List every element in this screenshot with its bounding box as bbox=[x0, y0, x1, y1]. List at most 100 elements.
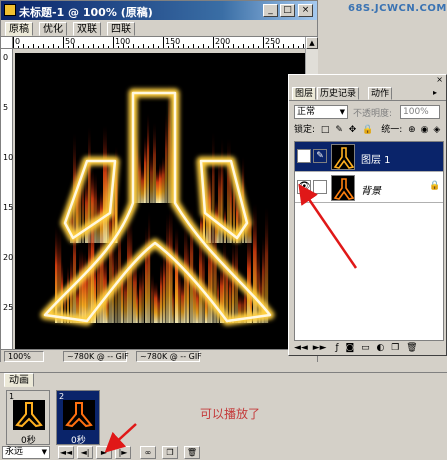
play-back-icon[interactable]: ◄◄ bbox=[294, 343, 308, 353]
document-title: 未标题-1 @ 100% (原稿) bbox=[19, 6, 153, 19]
lock-paint-icon[interactable]: ✎ bbox=[335, 125, 343, 135]
ruler-top-label: 150 bbox=[165, 37, 181, 46]
size-field-optimized: ~780K @ -- GIF bbox=[136, 351, 202, 362]
panel-grip[interactable]: × bbox=[289, 75, 446, 86]
lock-move-icon[interactable]: ✥ bbox=[349, 125, 357, 135]
new-layer-icon[interactable]: ❐ bbox=[391, 343, 399, 353]
tab-actions[interactable]: 动作 bbox=[368, 87, 393, 100]
unify-visibility-icon[interactable]: ◉ bbox=[421, 125, 429, 135]
document-status-bar: 100% ~780K @ -- GIF ~780K @ -- GIF bbox=[1, 349, 317, 362]
layer-list: ✎ 图层 1 👁 背景 🔒 bbox=[294, 141, 444, 341]
document-titlebar[interactable]: 未标题-1 @ 100% (原稿) _ □ × bbox=[1, 1, 317, 20]
unify-position-icon[interactable]: ⊕ bbox=[408, 125, 416, 135]
layers-panel: × 图层 历史记录 动作 ▸ 正常 ▼ 不透明度: 100% 锁定: □ ✎ ✥ … bbox=[288, 74, 447, 356]
panel-close-icon[interactable]: × bbox=[436, 76, 443, 84]
first-frame-icon[interactable]: ◄◄ bbox=[58, 446, 74, 459]
delete-frame-icon[interactable]: 🗑 bbox=[184, 446, 200, 459]
ruler-left-label: 5 bbox=[3, 103, 9, 112]
layer-name: 图层 1 bbox=[361, 155, 391, 166]
blend-mode-value: 正常 bbox=[297, 107, 316, 117]
ruler-left-label: 25 bbox=[3, 303, 14, 312]
fire-character-artwork bbox=[40, 84, 275, 326]
document-window: 未标题-1 @ 100% (原稿) _ □ × 原稿 优化 双联 四联 0 50… bbox=[0, 0, 318, 362]
frame-delay[interactable]: 0秒 bbox=[21, 433, 36, 446]
tab-original[interactable]: 原稿 bbox=[5, 22, 33, 36]
layer-thumbnail bbox=[331, 144, 355, 170]
next-frame-icon[interactable]: |► bbox=[115, 446, 131, 459]
lock-all-icon[interactable]: 🔒 bbox=[362, 125, 373, 135]
layer-name: 背景 bbox=[361, 186, 381, 197]
frame-thumbnail bbox=[13, 400, 45, 430]
opacity-field[interactable]: 100% bbox=[400, 105, 440, 119]
ruler-top-label: 0 bbox=[15, 37, 21, 46]
layer-row-background[interactable]: 👁 背景 🔒 bbox=[295, 173, 443, 203]
brush-icon: ✎ bbox=[313, 149, 327, 163]
tab-4up[interactable]: 四联 bbox=[107, 22, 135, 36]
layers-panel-toolbar: ◄◄ ►► ƒ ◙ ▭ ◐ ❐ 🗑 bbox=[294, 343, 444, 355]
unify-label: 统一: bbox=[381, 125, 403, 135]
chevron-down-icon: ▼ bbox=[339, 108, 345, 116]
ruler-top-label: 200 bbox=[215, 37, 231, 46]
tab-animation[interactable]: 动画 bbox=[4, 373, 34, 387]
ruler-left-label: 15 bbox=[3, 203, 14, 212]
minimize-icon[interactable]: _ bbox=[263, 4, 278, 17]
image-canvas[interactable] bbox=[15, 53, 305, 349]
loop-select[interactable]: 永远 ▼ bbox=[2, 446, 50, 459]
zoom-field[interactable]: 100% bbox=[4, 351, 44, 362]
blend-mode-select[interactable]: 正常 ▼ bbox=[294, 105, 348, 119]
ruler-left: 0 5 10 15 20 25 bbox=[1, 49, 13, 349]
panel-menu-icon[interactable]: ▸ bbox=[433, 88, 437, 97]
animation-frame-1[interactable]: 1 0秒 bbox=[6, 390, 50, 446]
close-icon[interactable]: × bbox=[298, 4, 313, 17]
tab-2up[interactable]: 双联 bbox=[73, 22, 101, 36]
app-icon bbox=[4, 4, 16, 16]
new-set-icon[interactable]: ▭ bbox=[361, 343, 370, 353]
ruler-left-label: 10 bbox=[3, 153, 14, 162]
adjustment-icon[interactable]: ◐ bbox=[376, 343, 384, 353]
visibility-toggle-icon[interactable] bbox=[297, 149, 311, 163]
tab-layers[interactable]: 图层 bbox=[292, 87, 317, 100]
animation-panel: 动画 1 0秒 2 0秒 可以播放了 永远 ▼ ◄◄ ◄| ► |► ∞ ❐ 🗑 bbox=[0, 372, 447, 460]
eye-icon[interactable]: 👁 bbox=[297, 180, 311, 194]
ruler-left-label: 0 bbox=[3, 53, 9, 62]
ruler-top-label: 100 bbox=[115, 37, 131, 46]
add-style-icon[interactable]: ƒ bbox=[335, 343, 338, 353]
ruler-top-label: 250 bbox=[265, 37, 281, 46]
annotation-note: 可以播放了 bbox=[200, 407, 261, 421]
add-mask-icon[interactable]: ◙ bbox=[345, 343, 354, 353]
animation-frame-2[interactable]: 2 0秒 bbox=[56, 390, 100, 446]
lock-icon: 🔒 bbox=[429, 181, 441, 191]
animation-controls: 永远 ▼ ◄◄ ◄| ► |► ∞ ❐ 🗑 bbox=[2, 446, 302, 460]
opacity-label: 不透明度: bbox=[353, 109, 393, 119]
lock-row: 锁定: □ ✎ ✥ 🔒 统一: ⊕ ◉ ◈ bbox=[294, 124, 444, 138]
play-forward-icon[interactable]: ►► bbox=[313, 343, 327, 353]
ruler-left-label: 20 bbox=[3, 253, 14, 262]
layer-row-layer1[interactable]: ✎ 图层 1 bbox=[295, 142, 443, 172]
tab-optimized[interactable]: 优化 bbox=[39, 22, 67, 36]
lock-label: 锁定: bbox=[294, 125, 316, 135]
scroll-up-icon[interactable]: ▲ bbox=[306, 37, 318, 49]
previous-frame-icon[interactable]: ◄| bbox=[77, 446, 93, 459]
chevron-down-icon: ▼ bbox=[41, 448, 47, 456]
size-field-original: ~780K @ -- GIF bbox=[63, 351, 129, 362]
ruler-corner bbox=[1, 37, 13, 49]
duplicate-frame-icon[interactable]: ❐ bbox=[162, 446, 178, 459]
tab-history[interactable]: 历史记录 bbox=[317, 87, 360, 100]
unify-style-icon[interactable]: ◈ bbox=[433, 125, 440, 135]
play-icon[interactable]: ► bbox=[96, 446, 112, 459]
ruler-top-ticks bbox=[13, 37, 304, 48]
lock-transparency-icon[interactable]: □ bbox=[321, 125, 330, 135]
maximize-icon[interactable]: □ bbox=[280, 4, 295, 17]
watermark-text: 68S.JCWCN.COM bbox=[348, 3, 447, 14]
delete-layer-icon[interactable]: 🗑 bbox=[406, 343, 417, 353]
layer-thumbnail bbox=[331, 175, 355, 201]
loop-value: 永远 bbox=[5, 447, 24, 457]
text-cursor bbox=[333, 324, 335, 334]
ruler-top-label: 50 bbox=[65, 37, 76, 46]
document-view-tabs: 原稿 优化 双联 四联 bbox=[1, 20, 317, 37]
tween-icon[interactable]: ∞ bbox=[140, 446, 156, 459]
ruler-top: 0 50 100 150 200 250 bbox=[13, 37, 305, 49]
link-slot[interactable] bbox=[313, 180, 327, 194]
frame-thumbnail bbox=[63, 400, 95, 430]
frame-delay[interactable]: 0秒 bbox=[71, 433, 86, 446]
